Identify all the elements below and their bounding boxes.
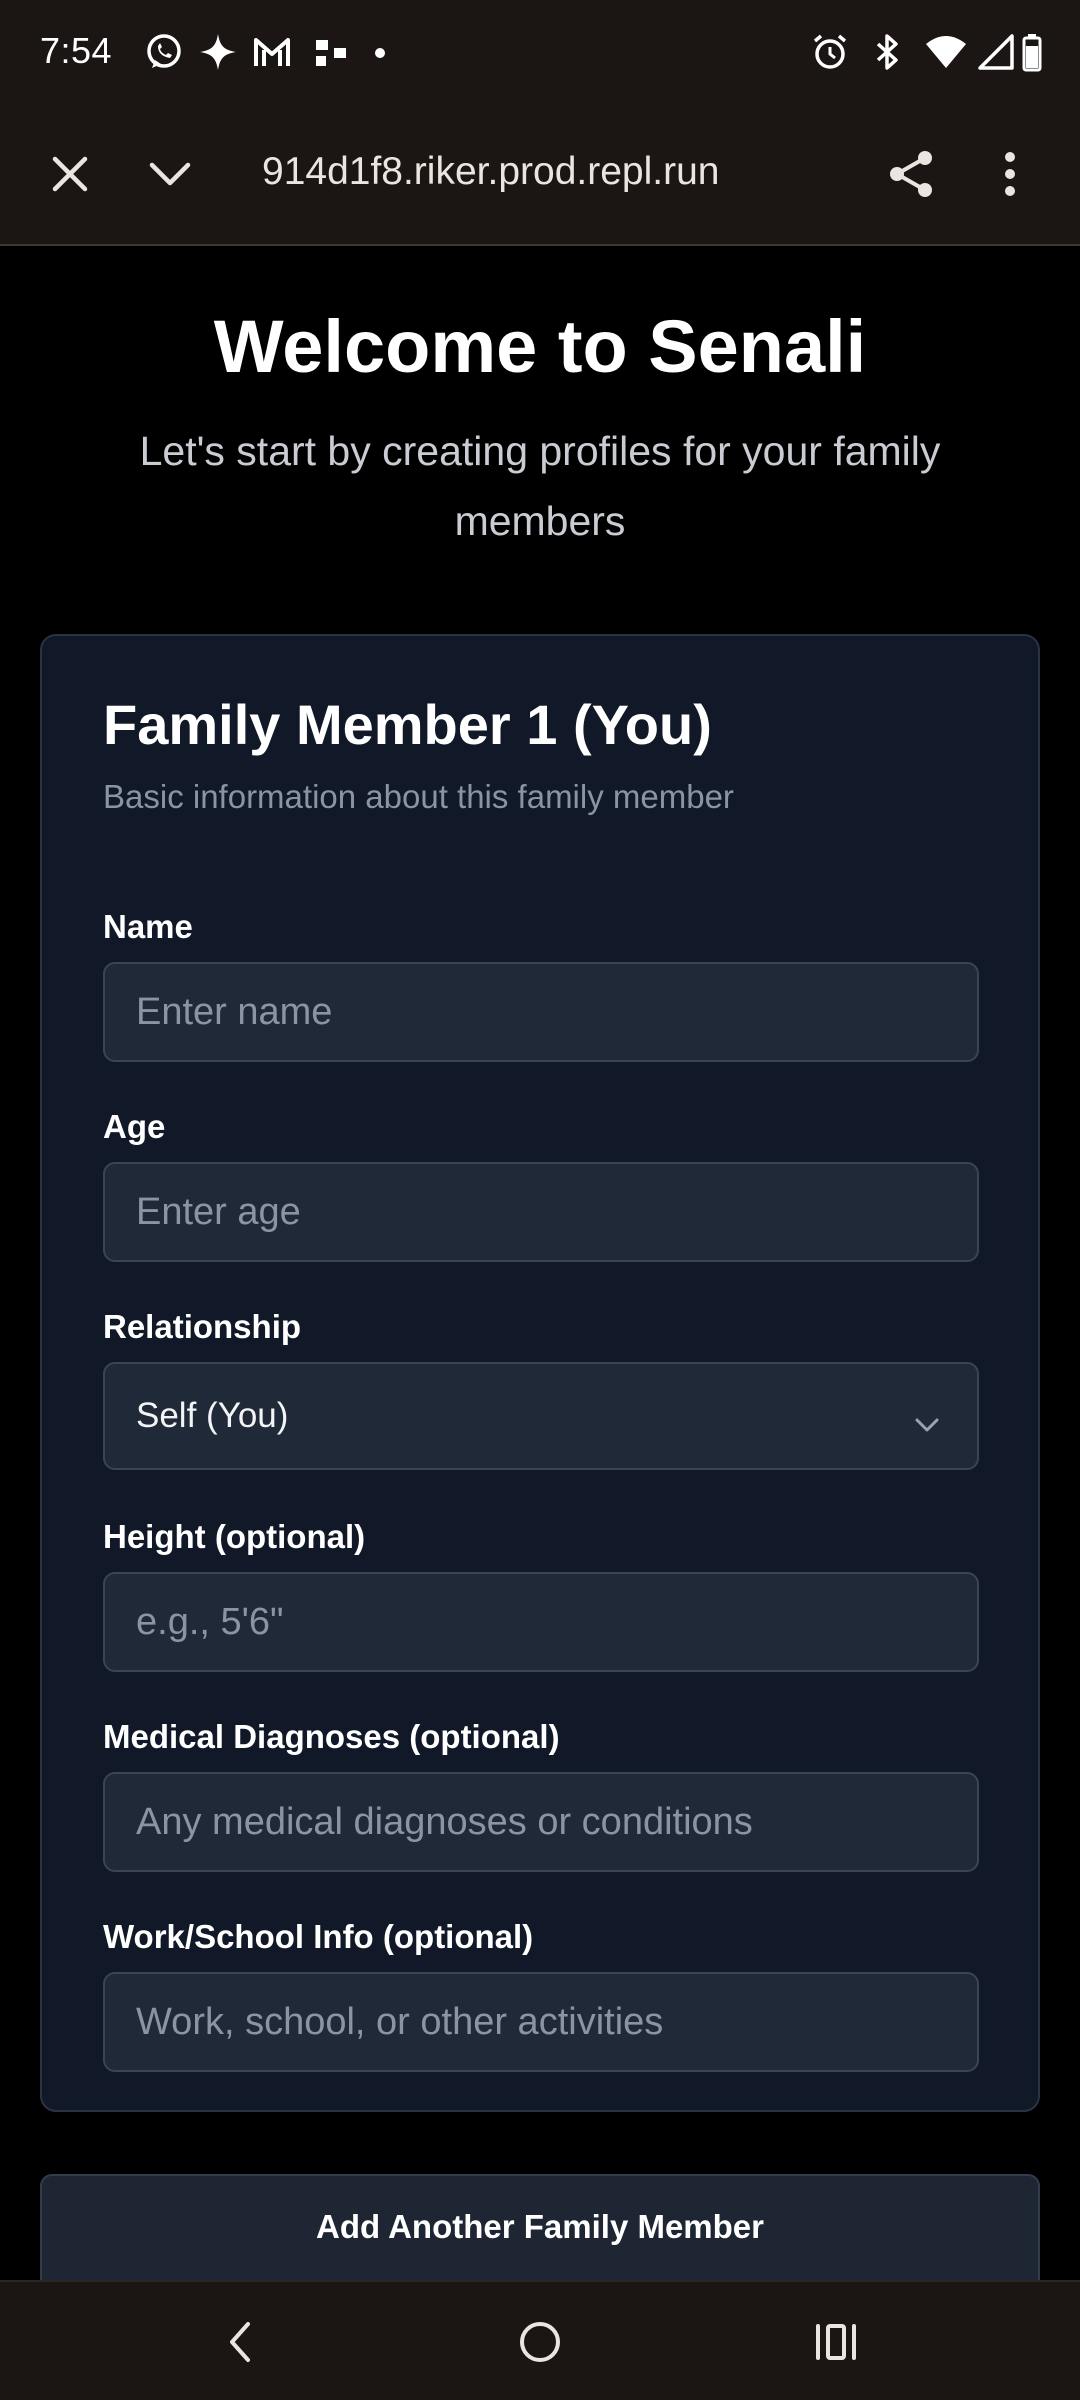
add-member-button[interactable]: Add Another Family Member [40,2174,1040,2280]
browser-toolbar: 914d1f8.riker.prod.repl.run [0,106,1080,246]
chevron-down-icon [148,160,192,193]
minimize-button[interactable] [140,146,200,206]
recents-icon[interactable] [808,2312,864,2377]
signal-icon [978,32,1014,77]
url-bar[interactable]: 914d1f8.riker.prod.repl.run [262,150,782,194]
battery-icon [1022,32,1042,77]
page-subtitle: Let's start by creating profiles for you… [139,428,941,544]
height-label: Height (optional) [103,1518,366,1555]
medical-input[interactable]: Any medical diagnoses or conditions [103,1772,979,1872]
phone-screen: 7:54 914d1f8.riker.prod.repl.run Welcome… [0,0,1080,2400]
alarm-icon [810,32,850,77]
work-input[interactable]: Work, school, or other activities [103,1972,979,2072]
gmail-icon [252,32,292,77]
close-tab-button[interactable] [40,146,100,206]
more-vert-icon [1003,151,1017,202]
close-icon [51,155,89,198]
page-title: Welcome to Senali [213,305,867,388]
age-input[interactable]: Enter age [103,1162,979,1262]
home-icon[interactable] [510,2312,570,2377]
dot-icon [374,46,386,64]
share-button[interactable] [880,144,944,208]
chevron-down-icon [913,1404,941,1444]
system-nav-bar [0,2280,1080,2400]
name-label: Name [103,908,193,945]
medical-label: Medical Diagnoses (optional) [103,1718,560,1755]
share-icon [887,149,937,204]
bluetooth-icon [870,32,906,77]
relationship-value: Self (You) [136,1396,289,1435]
whatsapp-icon [144,32,184,77]
relationship-select[interactable]: Self (You) [103,1362,979,1470]
family-member-card: Family Member 1 (You) Basic information … [40,634,1040,2112]
wifi-icon [924,32,968,77]
card-description: Basic information about this family memb… [103,778,734,815]
height-input[interactable]: e.g., 5'6" [103,1572,979,1672]
slack-icon [314,32,350,77]
status-bar: 7:54 [0,0,1080,106]
work-label: Work/School Info (optional) [103,1918,534,1955]
more-options-button[interactable] [980,144,1040,208]
page-content: Welcome to Senali Let's start by creatin… [0,248,1080,2280]
sparkle-icon [198,32,238,77]
age-label: Age [103,1108,166,1145]
back-icon[interactable] [216,2312,264,2377]
card-title: Family Member 1 (You) [103,693,712,756]
name-input[interactable]: Enter name [103,962,979,1062]
status-time: 7:54 [40,30,113,71]
relationship-label: Relationship [103,1308,302,1345]
